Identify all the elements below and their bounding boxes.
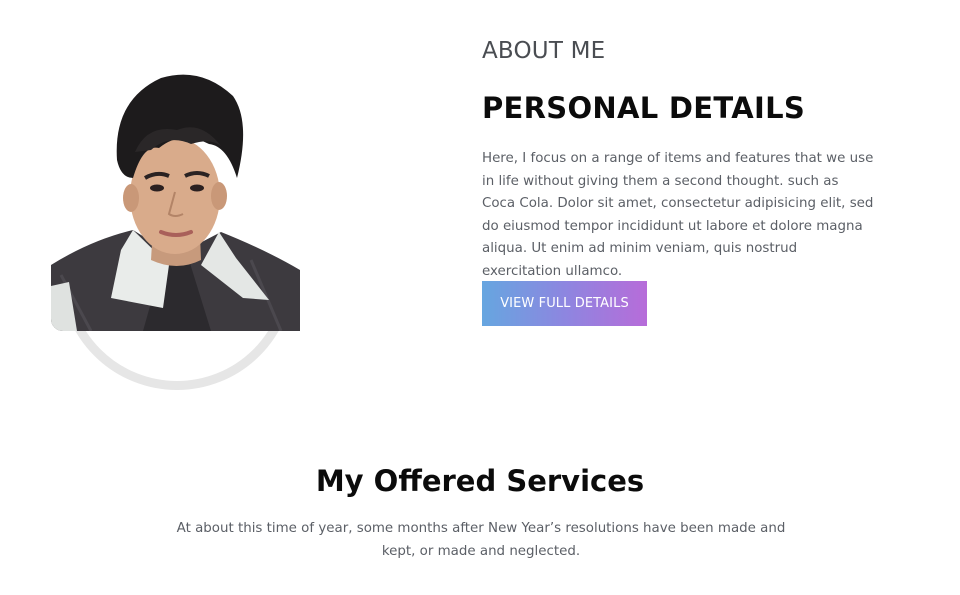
about-description: Here, I focus on a range of items and fe… bbox=[482, 151, 874, 279]
page: ABOUT ME PERSONAL DETAILS Here, I focus … bbox=[0, 0, 960, 595]
profile-photo-container bbox=[50, 60, 300, 390]
services-description: At about this time of year, some months … bbox=[176, 521, 786, 559]
profile-photo bbox=[51, 60, 300, 331]
about-eyebrow: ABOUT ME bbox=[482, 38, 606, 64]
about-section: ABOUT ME PERSONAL DETAILS Here, I focus … bbox=[482, 34, 882, 326]
about-title: PERSONAL DETAILS bbox=[482, 91, 806, 125]
view-full-details-button[interactable]: VIEW FULL DETAILS bbox=[482, 281, 647, 326]
services-title: My Offered Services bbox=[315, 464, 645, 498]
profile-photo-illustration bbox=[51, 60, 300, 331]
